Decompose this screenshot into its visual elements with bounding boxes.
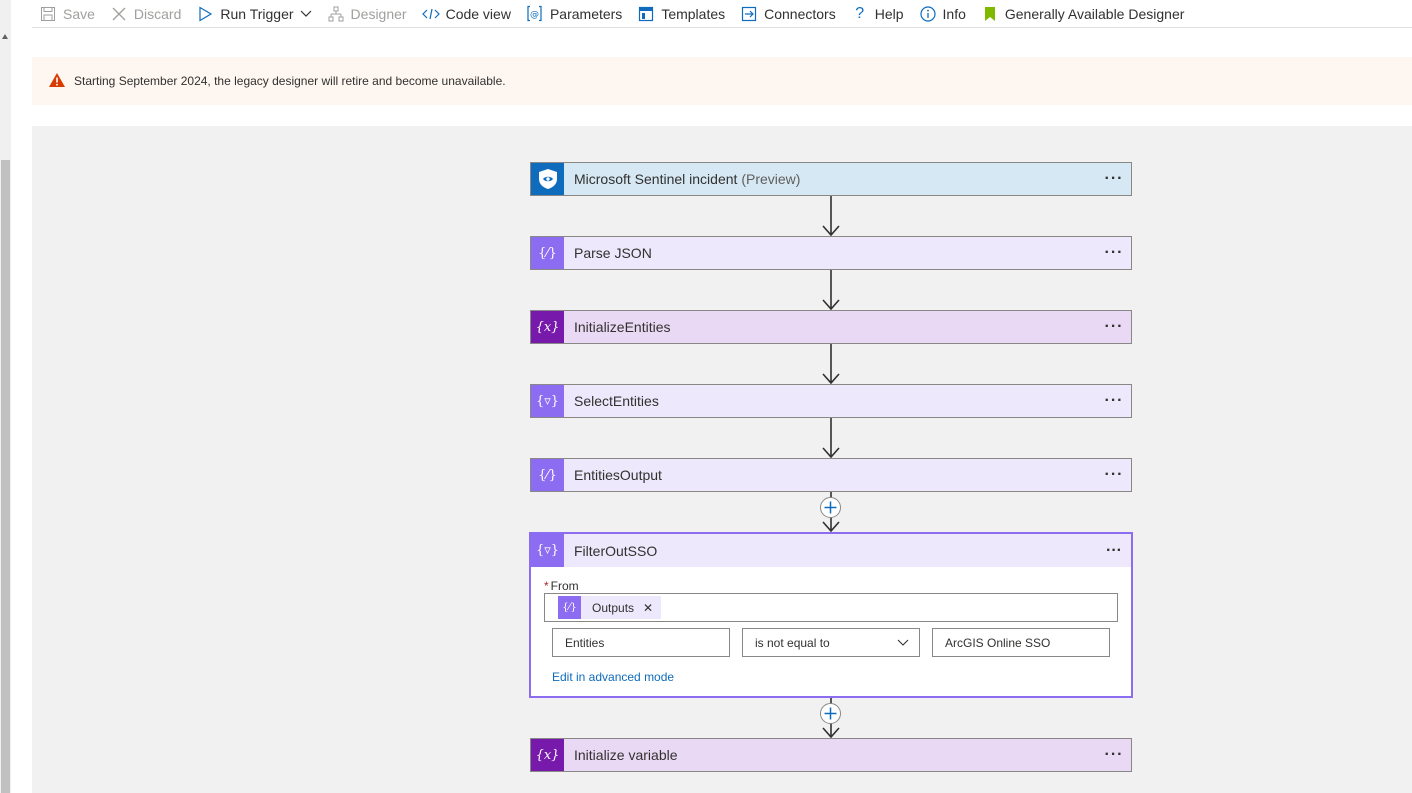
step-title-text: Microsoft Sentinel incident <box>574 171 738 187</box>
templates-label: Templates <box>661 5 726 22</box>
designer-toolbar: Save Discard Run Trigger Designer Code v… <box>32 0 1412 28</box>
connectors-label: Connectors <box>764 5 836 22</box>
run-trigger-button[interactable]: Run Trigger <box>196 3 311 25</box>
info-button[interactable]: Info <box>919 3 966 25</box>
vertical-scrollbar[interactable] <box>0 0 11 793</box>
filter-operation-icon: {▿} <box>531 385 564 417</box>
required-marker: * <box>544 579 549 593</box>
condition-right-input[interactable]: ArcGIS Online SSO <box>932 628 1110 657</box>
step-parse-json[interactable]: {⁄} Parse JSON ··· <box>530 236 1132 270</box>
play-icon <box>196 5 214 23</box>
variable-icon: {x} <box>531 311 564 343</box>
insert-step-button[interactable] <box>820 497 841 518</box>
scroll-up-arrow-icon[interactable] <box>2 34 8 39</box>
condition-operator-dropdown[interactable]: is not equal to <box>742 628 920 657</box>
token-label: Outputs <box>592 600 635 615</box>
parameters-button[interactable]: @ Parameters <box>526 3 622 25</box>
parameters-label: Parameters <box>549 5 623 22</box>
retirement-warning-banner: Starting September 2024, the legacy desi… <box>32 57 1412 105</box>
save-button[interactable]: Save <box>39 3 95 25</box>
designer-button[interactable]: Designer <box>327 3 407 25</box>
scrollbar-thumb[interactable] <box>1 160 10 793</box>
more-options-button[interactable]: ··· <box>1099 318 1129 336</box>
step-header[interactable]: {▿} FilterOutSSO ··· <box>531 534 1131 567</box>
info-icon <box>919 5 937 23</box>
svg-text:@: @ <box>530 10 539 20</box>
run-trigger-label: Run Trigger <box>220 5 294 22</box>
connectors-button[interactable]: Connectors <box>740 3 836 25</box>
ga-designer-label: Generally Available Designer <box>1004 5 1185 22</box>
save-icon <box>39 5 57 23</box>
more-options-button[interactable]: ··· <box>1099 244 1129 262</box>
step-title: FilterOutSSO <box>574 542 658 559</box>
bookmark-flag-icon <box>981 5 999 23</box>
connector-arrow <box>822 195 840 237</box>
step-preview-tag: (Preview) <box>741 171 801 187</box>
code-view-button[interactable]: Code view <box>421 3 511 25</box>
ga-designer-button[interactable]: Generally Available Designer <box>981 3 1185 25</box>
templates-icon <box>637 5 655 23</box>
step-initialize-entities[interactable]: {x} InitializeEntities ··· <box>530 310 1132 344</box>
banner-message: Starting September 2024, the legacy desi… <box>74 74 506 88</box>
step-initialize-variable[interactable]: {x} Initialize variable ··· <box>530 738 1132 772</box>
connector-arrow <box>822 269 840 311</box>
code-view-label: Code view <box>445 5 511 22</box>
condition-left-input[interactable]: Entities <box>552 628 730 657</box>
warning-icon <box>48 72 66 90</box>
more-options-button[interactable]: ··· <box>1099 392 1129 410</box>
step-sentinel-incident-trigger[interactable]: Microsoft Sentinel incident (Preview) ··… <box>530 162 1132 196</box>
save-label: Save <box>63 5 95 22</box>
code-icon <box>421 5 440 23</box>
help-label: Help <box>874 5 904 22</box>
step-title: Microsoft Sentinel incident (Preview) <box>574 171 1099 187</box>
close-icon <box>110 5 128 23</box>
outputs-token[interactable]: {⁄} Outputs ✕ <box>558 596 662 619</box>
plus-icon <box>824 707 837 720</box>
connector-arrow <box>822 343 840 385</box>
data-operation-icon: {⁄} <box>531 459 564 491</box>
org-chart-icon <box>327 5 345 23</box>
from-field-label: * From <box>544 579 579 593</box>
parameters-icon: @ <box>526 5 544 23</box>
more-options-button[interactable]: ··· <box>1099 466 1129 484</box>
discard-button[interactable]: Discard <box>110 3 181 25</box>
step-filter-out-sso[interactable]: {▿} FilterOutSSO ··· * From {⁄} Outputs ✕… <box>529 532 1133 698</box>
step-title: SelectEntities <box>574 393 659 409</box>
discard-label: Discard <box>133 5 182 22</box>
chevron-down-icon <box>897 639 909 646</box>
filter-operation-icon: {▿} <box>531 534 564 567</box>
from-input[interactable]: {⁄} Outputs ✕ <box>544 593 1118 622</box>
more-options-button[interactable]: ··· <box>1099 746 1129 764</box>
step-select-entities[interactable]: {▿} SelectEntities ··· <box>530 384 1132 418</box>
templates-button[interactable]: Templates <box>637 3 725 25</box>
step-title: Initialize variable <box>574 747 678 763</box>
sentinel-shield-icon <box>531 163 564 195</box>
question-icon: ? <box>855 4 865 22</box>
plus-icon <box>824 501 837 514</box>
chevron-down-icon <box>300 6 312 22</box>
insert-step-button[interactable] <box>820 703 841 724</box>
more-options-button[interactable]: ··· <box>1099 170 1129 188</box>
connectors-icon <box>740 5 758 23</box>
step-entities-output[interactable]: {⁄} EntitiesOutput ··· <box>530 458 1132 492</box>
variable-icon: {x} <box>531 739 564 771</box>
condition-operator-value: is not equal to <box>755 635 830 650</box>
from-label-text: From <box>550 579 579 593</box>
connector-arrow <box>822 417 840 459</box>
data-operation-icon: {⁄} <box>558 596 581 619</box>
step-title: InitializeEntities <box>574 319 671 335</box>
step-title: EntitiesOutput <box>574 467 662 483</box>
remove-token-icon[interactable]: ✕ <box>643 601 653 615</box>
info-label: Info <box>942 5 966 22</box>
step-title: Parse JSON <box>574 245 652 261</box>
edit-advanced-mode-link[interactable]: Edit in advanced mode <box>552 670 674 684</box>
designer-label: Designer <box>350 5 407 22</box>
more-options-button[interactable]: ··· <box>1099 542 1129 560</box>
help-button[interactable]: ? Help <box>851 3 904 25</box>
data-operation-icon: {⁄} <box>531 237 564 269</box>
